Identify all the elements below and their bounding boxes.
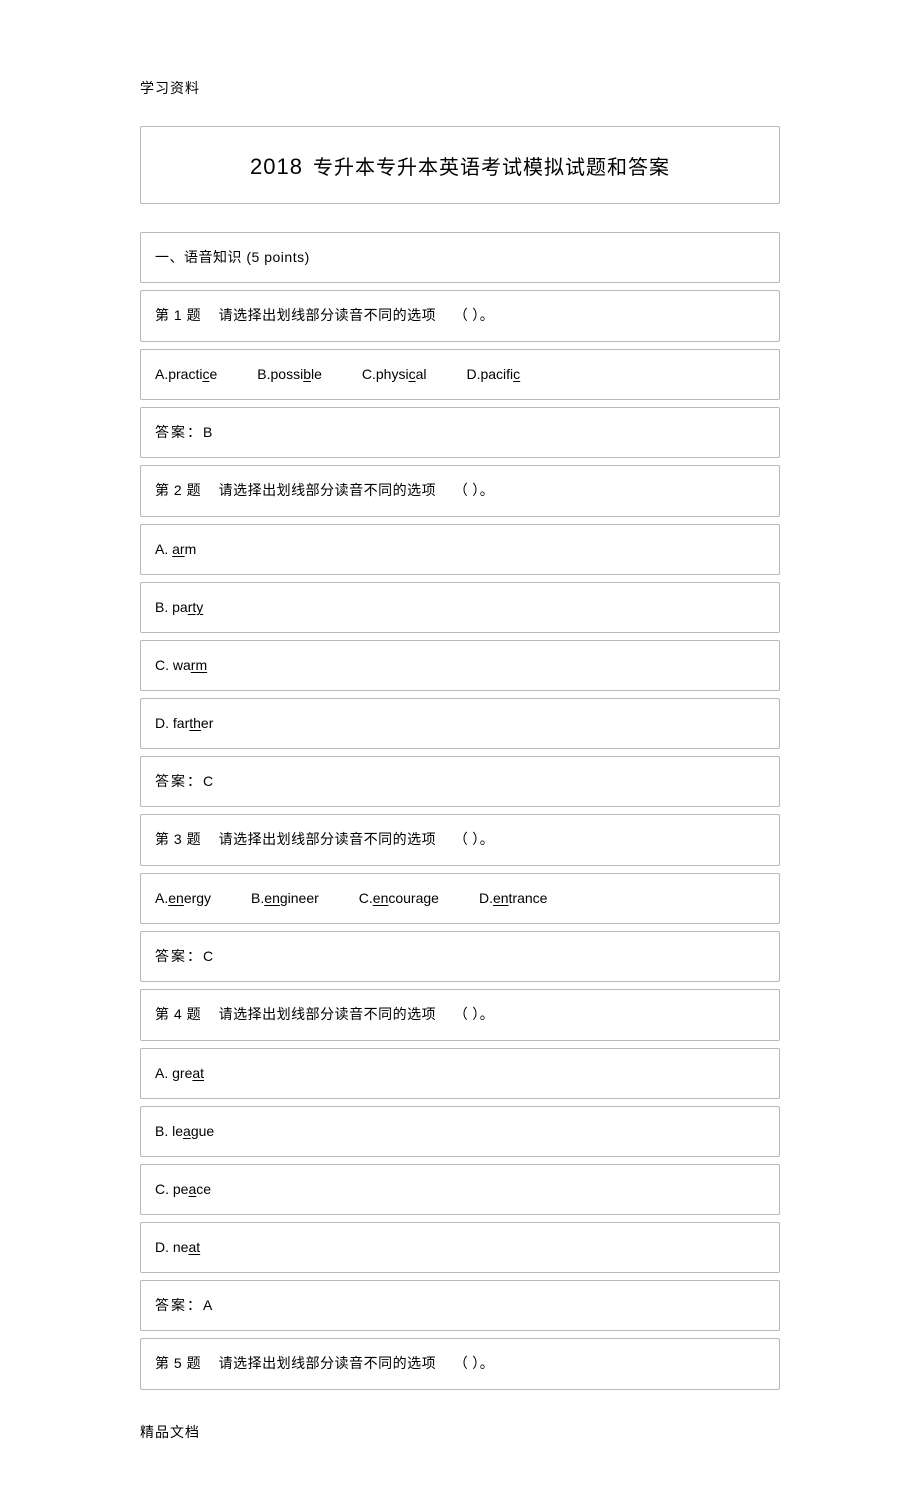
option-d: D.entrance bbox=[479, 888, 548, 909]
option-d: D.pacific bbox=[466, 364, 520, 385]
title-text: 2018 专升本专升本英语考试模拟试题和答案 bbox=[250, 151, 670, 180]
document-page: 学习资料 2018 专升本专升本英语考试模拟试题和答案 一、语音知识 (5 poi… bbox=[0, 0, 920, 1502]
question-2-option-c: C. warm bbox=[140, 640, 780, 691]
question-2-answer: 答案：C bbox=[140, 756, 780, 807]
option-b: B.engineer bbox=[251, 888, 319, 909]
answer-value: C bbox=[203, 948, 215, 964]
option-a: A.energy bbox=[155, 888, 211, 909]
question-text: 请选择出划线部分读音不同的选项 bbox=[219, 1355, 437, 1371]
title-block: 2018 专升本专升本英语考试模拟试题和答案 bbox=[140, 126, 780, 204]
answer-blank: （ ）。 bbox=[454, 484, 495, 499]
page-header-label: 学习资料 bbox=[140, 78, 780, 98]
question-4-option-a: A. great bbox=[140, 1048, 780, 1099]
question-number: 第 4 题 bbox=[155, 1006, 201, 1022]
answer-blank: （ ）。 bbox=[454, 309, 495, 324]
title-rest: 专升本专升本英语考试模拟试题和答案 bbox=[313, 157, 670, 179]
question-number: 第 3 题 bbox=[155, 831, 201, 847]
question-5-prompt: 第 5 题 请选择出划线部分读音不同的选项 （ ）。 bbox=[140, 1338, 780, 1390]
answer-blank: （ ）。 bbox=[454, 1357, 495, 1372]
option-b: B.possible bbox=[257, 364, 322, 385]
question-2-prompt: 第 2 题 请选择出划线部分读音不同的选项 （ ）。 bbox=[140, 465, 780, 517]
question-1-options: A.practice B.possible C.physical D.pacif… bbox=[140, 349, 780, 400]
question-3-options: A.energy B.engineer C.encourage D.entran… bbox=[140, 873, 780, 924]
question-3-prompt: 第 3 题 请选择出划线部分读音不同的选项 （ ）。 bbox=[140, 814, 780, 866]
answer-label: 答案： bbox=[155, 948, 203, 964]
question-2-option-d: D. farther bbox=[140, 698, 780, 749]
question-4-option-c: C. peace bbox=[140, 1164, 780, 1215]
answer-blank: （ ）。 bbox=[454, 1008, 495, 1023]
question-text: 请选择出划线部分读音不同的选项 bbox=[219, 482, 437, 498]
option-a: A.practice bbox=[155, 364, 217, 385]
answer-value: C bbox=[203, 773, 215, 789]
title-year: 2018 bbox=[250, 154, 303, 179]
option-c: C.encourage bbox=[359, 888, 439, 909]
answer-label: 答案： bbox=[155, 1297, 203, 1313]
page-footer-label: 精品文档 bbox=[140, 1422, 780, 1442]
question-text: 请选择出划线部分读音不同的选项 bbox=[219, 307, 437, 323]
question-number: 第 2 题 bbox=[155, 482, 201, 498]
question-2-option-b: B. party bbox=[140, 582, 780, 633]
question-4-prompt: 第 4 题 请选择出划线部分读音不同的选项 （ ）。 bbox=[140, 989, 780, 1041]
question-4-option-b: B. league bbox=[140, 1106, 780, 1157]
answer-value: B bbox=[203, 424, 214, 440]
question-number: 第 1 题 bbox=[155, 307, 201, 323]
question-text: 请选择出划线部分读音不同的选项 bbox=[219, 1006, 437, 1022]
answer-value: A bbox=[203, 1297, 214, 1313]
question-text: 请选择出划线部分读音不同的选项 bbox=[219, 831, 437, 847]
answer-blank: （ ）。 bbox=[454, 833, 495, 848]
question-1-prompt: 第 1 题 请选择出划线部分读音不同的选项 （ ）。 bbox=[140, 290, 780, 342]
answer-label: 答案： bbox=[155, 773, 203, 789]
question-1-answer: 答案：B bbox=[140, 407, 780, 458]
question-4-answer: 答案：A bbox=[140, 1280, 780, 1331]
section-heading: 一、语音知识 (5 points) bbox=[140, 232, 780, 283]
answer-label: 答案： bbox=[155, 424, 203, 440]
question-4-option-d: D. neat bbox=[140, 1222, 780, 1273]
question-number: 第 5 题 bbox=[155, 1355, 201, 1371]
question-2-option-a: A. arm bbox=[140, 524, 780, 575]
question-3-answer: 答案：C bbox=[140, 931, 780, 982]
option-c: C.physical bbox=[362, 364, 427, 385]
